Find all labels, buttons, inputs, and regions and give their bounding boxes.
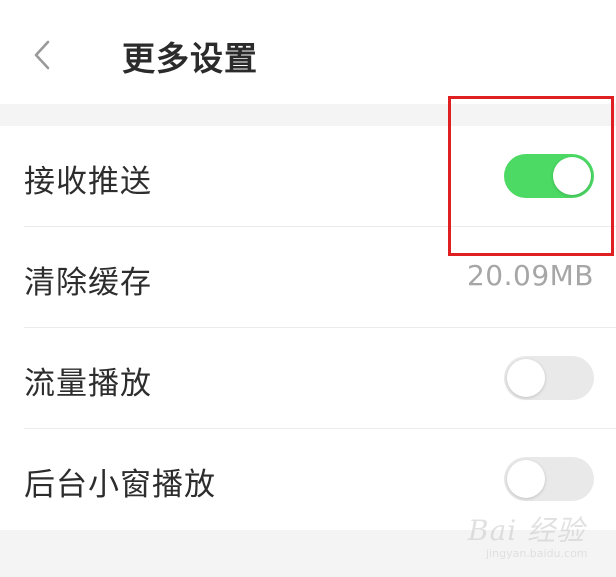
setting-row-clear-cache[interactable]: 清除缓存 20.09MB — [0, 227, 616, 328]
toggle-knob — [507, 460, 545, 498]
setting-label-clear-cache: 清除缓存 — [24, 265, 152, 301]
chevron-left-icon — [34, 40, 50, 70]
setting-row-push: 接收推送 — [0, 126, 616, 227]
setting-label-push: 接收推送 — [24, 164, 152, 200]
setting-label-cellular-play: 流量播放 — [24, 366, 152, 402]
page-title: 更多设置 — [122, 39, 258, 78]
watermark-text: Bai 经验 — [468, 514, 586, 547]
header-bar: 更多设置 — [0, 0, 616, 104]
settings-page: 更多设置 接收推送 清除缓存 20.09MB 流量播放 后台小窗播放 Bai 经… — [0, 0, 616, 577]
section-separator — [0, 104, 616, 126]
toggle-knob — [553, 157, 591, 195]
push-toggle[interactable] — [504, 154, 594, 198]
watermark-subtext: jingyan.baidu.com — [486, 547, 588, 560]
setting-row-cellular-play: 流量播放 — [0, 328, 616, 429]
cellular-play-toggle[interactable] — [504, 356, 594, 400]
watermark-logo: Bai 经验 jingyan.baidu.com — [468, 505, 608, 571]
background-pip-toggle[interactable] — [504, 457, 594, 501]
back-button[interactable] — [22, 30, 62, 80]
setting-label-background-pip: 后台小窗播放 — [24, 467, 216, 503]
toggle-knob — [507, 359, 545, 397]
cache-size-value: 20.09MB — [466, 259, 594, 292]
